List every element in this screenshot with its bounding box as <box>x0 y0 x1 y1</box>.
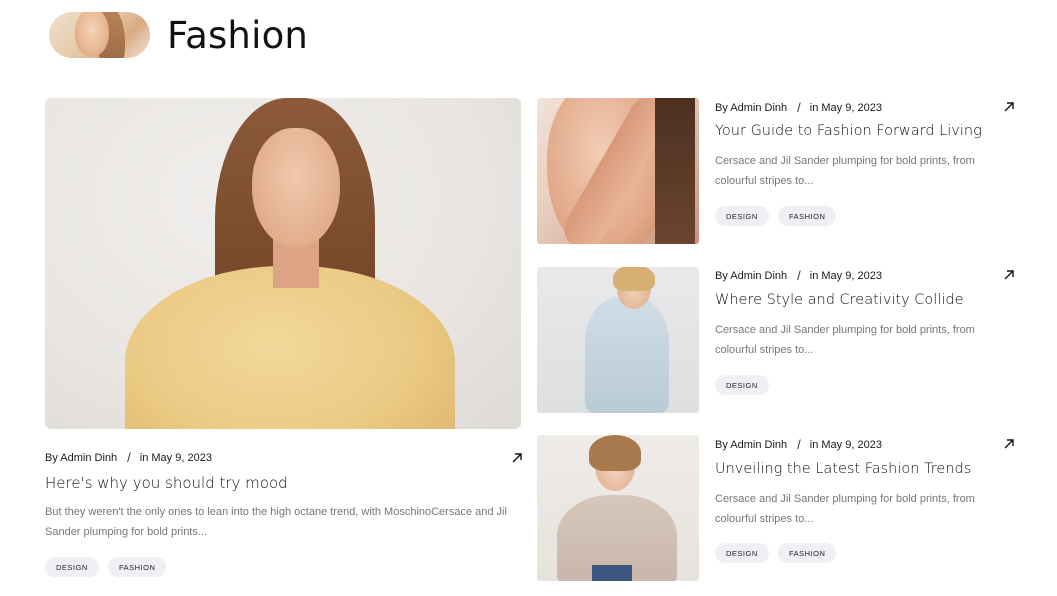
post-date[interactable]: in May 9, 2023 <box>810 102 882 114</box>
tag-design[interactable]: DESIGN <box>715 206 769 226</box>
post-author[interactable]: By Admin Dinh <box>715 270 787 282</box>
post-title[interactable]: Where Style and Creativity Collide <box>715 292 964 308</box>
section-header: Fashion <box>49 12 308 58</box>
post-image[interactable] <box>537 435 699 581</box>
post-title[interactable]: Your Guide to Fashion Forward Living <box>715 123 982 139</box>
post-excerpt: Cersace and Jil Sander plumping for bold… <box>715 324 975 356</box>
post-excerpt: Cersace and Jil Sander plumping for bold… <box>715 155 975 187</box>
arrow-up-right-icon[interactable] <box>1003 101 1015 113</box>
post-date[interactable]: in May 9, 2023 <box>810 439 882 451</box>
feature-post-excerpt: But they weren't the only ones to lean i… <box>45 506 507 538</box>
post-image[interactable] <box>537 98 699 244</box>
meta-separator: / <box>797 437 801 452</box>
post-excerpt: Cersace and Jil Sander plumping for bold… <box>715 493 975 525</box>
meta-separator: / <box>797 268 801 283</box>
post-author[interactable]: By Admin Dinh <box>45 452 117 464</box>
fashion-section: Fashion By Admin Dinh / in May 9, 2023 H… <box>0 0 1057 596</box>
post-image[interactable] <box>537 267 699 413</box>
arrow-up-right-icon[interactable] <box>1003 438 1015 450</box>
post-meta: By Admin Dinh / in May 9, 2023 <box>715 437 882 452</box>
post-meta: By Admin Dinh / in May 9, 2023 <box>715 268 882 283</box>
post-date[interactable]: in May 9, 2023 <box>810 270 882 282</box>
tag-fashion[interactable]: FASHION <box>778 543 837 563</box>
meta-separator: / <box>797 100 801 115</box>
post-author[interactable]: By Admin Dinh <box>715 439 787 451</box>
tag-fashion[interactable]: FASHION <box>108 557 167 577</box>
tag-fashion[interactable]: FASHION <box>778 206 837 226</box>
meta-separator: / <box>127 450 131 465</box>
post-author[interactable]: By Admin Dinh <box>715 102 787 114</box>
arrow-up-right-icon[interactable] <box>1003 269 1015 281</box>
tag-design[interactable]: DESIGN <box>45 557 99 577</box>
feature-post-image[interactable] <box>45 98 521 429</box>
arrow-up-right-icon[interactable] <box>511 452 523 464</box>
feature-post-meta: By Admin Dinh / in May 9, 2023 <box>45 450 212 465</box>
feature-post-title[interactable]: Here's why you should try mood <box>45 474 288 492</box>
tag-design[interactable]: DESIGN <box>715 375 769 395</box>
post-meta: By Admin Dinh / in May 9, 2023 <box>715 100 882 115</box>
section-title: Fashion <box>167 13 309 57</box>
category-thumbnail[interactable] <box>49 12 150 58</box>
post-title[interactable]: Unveiling the Latest Fashion Trends <box>715 461 971 477</box>
post-date[interactable]: in May 9, 2023 <box>140 452 212 464</box>
tag-design[interactable]: DESIGN <box>715 543 769 563</box>
